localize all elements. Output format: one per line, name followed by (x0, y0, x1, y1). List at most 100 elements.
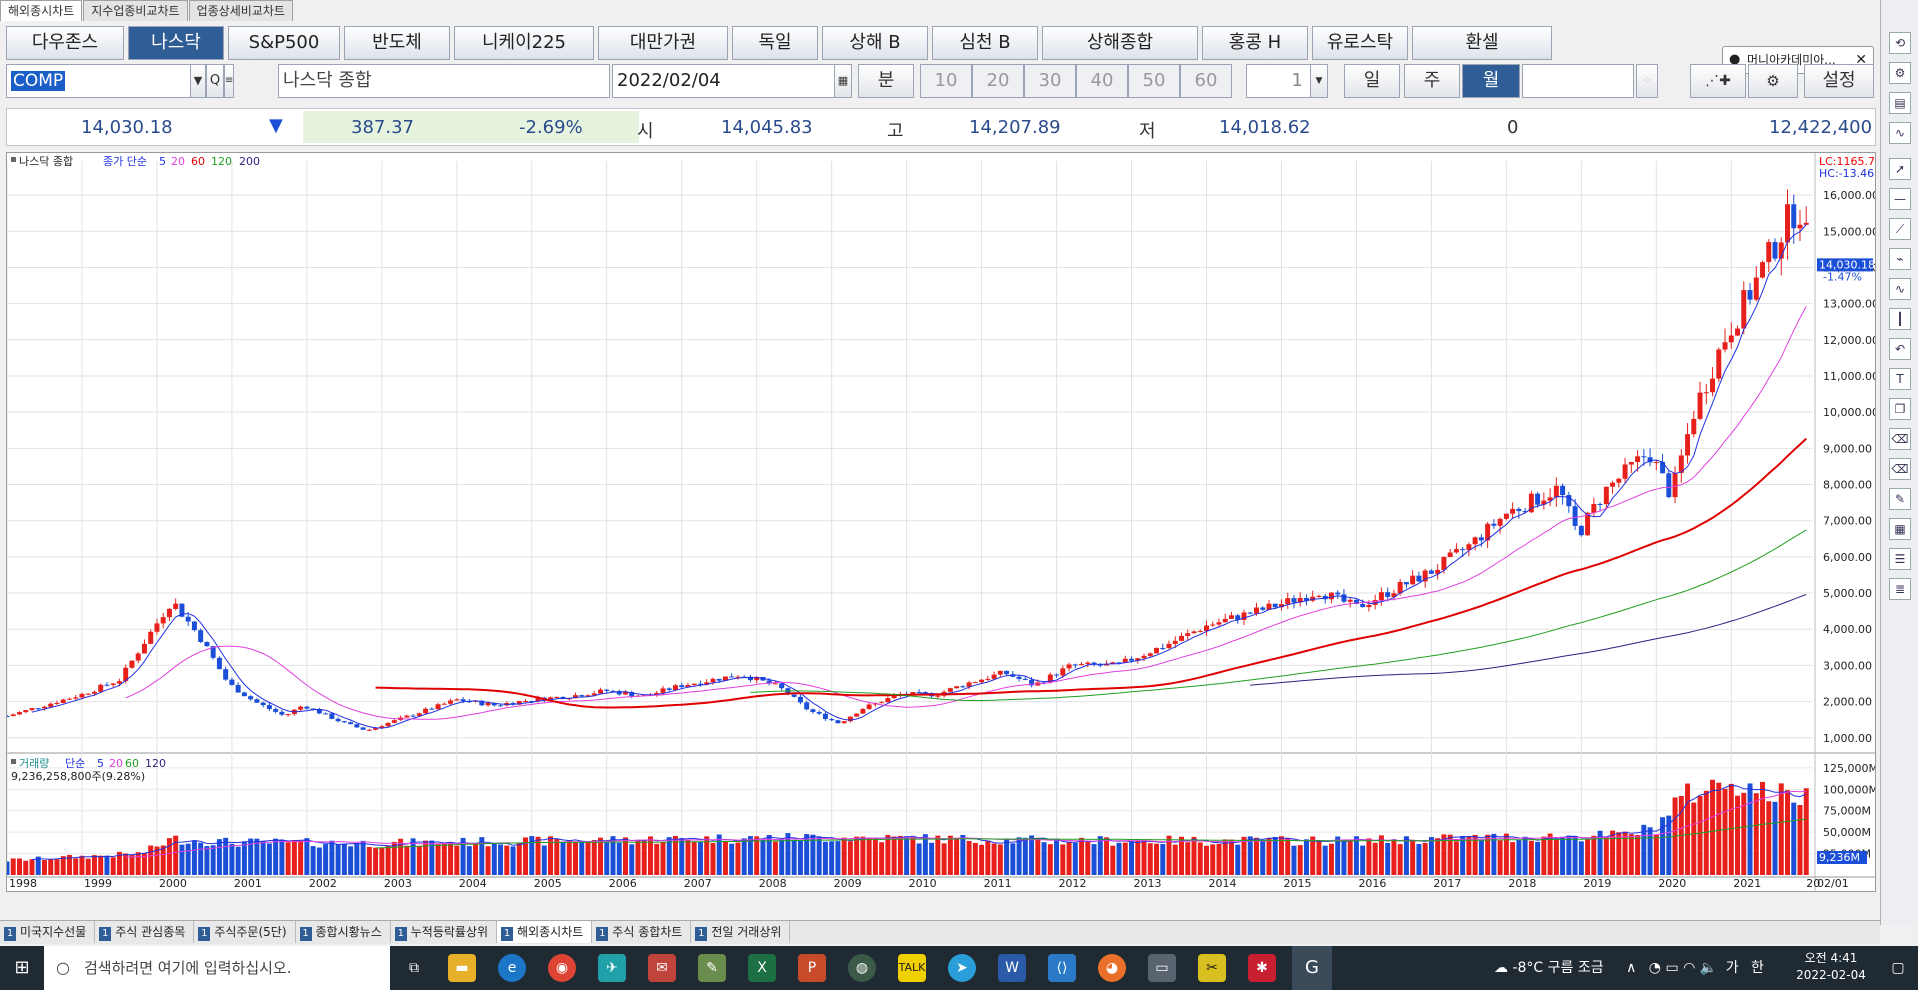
tool-menu-icon[interactable]: ≣ (1889, 578, 1911, 600)
chart-area[interactable]: 1998 1999 2000 2001 2002 2003 2004 2005 2006 2007… (6, 152, 1876, 892)
market-button-eurostoxx[interactable]: 유로스탁 (1312, 26, 1408, 60)
market-button-shanghai-composite[interactable]: 상해종합 (1042, 26, 1198, 60)
tool-copy-icon[interactable]: ❐ (1889, 398, 1911, 420)
app-folder-icon[interactable]: ▭ (1148, 954, 1176, 982)
interval-60[interactable]: 60 (1180, 64, 1232, 98)
tool-table-icon[interactable]: ▦ (1889, 518, 1911, 540)
kakaotalk-icon[interactable]: TALK (898, 954, 926, 982)
lock-icon[interactable]: ≡ (224, 64, 234, 98)
interval-30[interactable]: 30 (1024, 64, 1076, 98)
interval-50[interactable]: 50 (1128, 64, 1180, 98)
app-red-icon[interactable]: ✱ (1248, 954, 1276, 982)
app-globe-icon[interactable]: ◍ (848, 954, 876, 982)
display-icon[interactable]: ▭ (1665, 960, 1678, 976)
count-dropdown-icon[interactable]: ▼ (1310, 64, 1328, 98)
volume-icon[interactable]: 🔈 (1700, 960, 1717, 976)
app-mail-icon[interactable]: ✉ (648, 954, 676, 982)
volume-bar (1466, 836, 1472, 875)
network-icon[interactable]: ◔ (1649, 960, 1661, 976)
ime-mode[interactable]: 가 (1726, 960, 1739, 976)
tool-wave-icon[interactable]: ∿ (1889, 278, 1911, 300)
tab-sector-compare[interactable]: 업종상세비교차트 (188, 0, 293, 21)
period-week[interactable]: 주 (1404, 64, 1460, 98)
bottom-tab-futures[interactable]: 1 미국지수선물 (0, 921, 96, 943)
tab-overseas-chart[interactable]: 해외종시차트 (0, 0, 83, 21)
bottom-tab-stock-chart[interactable]: 1 주식 종합차트 (592, 921, 692, 943)
code-dropdown-icon[interactable]: ▼ (190, 64, 206, 98)
interval-10[interactable]: 10 (920, 64, 972, 98)
chrome-icon[interactable]: ◉ (548, 954, 576, 982)
settings-button[interactable]: 설정 (1804, 64, 1874, 98)
bottom-tab-watchlist[interactable]: 1 주식 관심종목 (95, 921, 195, 943)
powerpoint-icon[interactable]: P (798, 954, 826, 982)
app-bird-icon[interactable]: ✈ (598, 954, 626, 982)
tool-eraser-icon[interactable]: ⌫ (1889, 428, 1911, 450)
interval-20[interactable]: 20 (972, 64, 1024, 98)
market-button-exchange[interactable]: 환셀 (1412, 26, 1552, 60)
market-button-shenzhen-b[interactable]: 심천 B (932, 26, 1038, 60)
bottom-tab-volume-top[interactable]: 1 전일 거래상위 (691, 921, 791, 943)
vscode-icon[interactable]: ⟨⟩ (1048, 954, 1076, 982)
bottom-tab-ranking[interactable]: 1 누적등락률상위 (391, 921, 498, 943)
tab-index-compare[interactable]: 지수업종비교차트 (83, 0, 188, 21)
market-button-taiwan[interactable]: 대만가권 (598, 26, 728, 60)
period-month[interactable]: 월 (1462, 64, 1520, 98)
firefox-icon[interactable]: ◕ (1098, 954, 1126, 982)
ime-lang[interactable]: 한 (1751, 960, 1764, 976)
bottom-tab-order[interactable]: 1 주식주문(5단) (194, 921, 296, 943)
calendar-icon[interactable]: ▦ (834, 64, 852, 98)
interval-40[interactable]: 40 (1076, 64, 1128, 98)
minute-button[interactable]: 분 (858, 64, 914, 98)
tool-auto-icon[interactable]: ⌁ (1889, 248, 1911, 270)
taskbar-clock[interactable]: 오전 4:41 2022-02-04 (1786, 950, 1876, 984)
tool-refresh-icon[interactable]: ⟲ (1889, 32, 1911, 54)
app-tool-icon[interactable]: ✂ (1198, 954, 1226, 982)
tool-arrow-icon[interactable]: ↶ (1889, 338, 1911, 360)
extra-input[interactable] (1522, 64, 1634, 98)
tool-cursor-icon[interactable]: ➚ (1889, 158, 1911, 180)
market-button-dow[interactable]: 다우존스 (6, 26, 124, 60)
tool-gear-icon[interactable]: ⚙ (1889, 62, 1911, 84)
market-button-hongkong-h[interactable]: 홍콩 H (1202, 26, 1308, 60)
tool-candle-icon[interactable]: ┃ (1889, 308, 1911, 330)
edge-icon[interactable]: e (498, 954, 526, 982)
market-button-germany[interactable]: 독일 (732, 26, 818, 60)
code-input[interactable]: COMP (6, 64, 192, 98)
period-day[interactable]: 일 (1344, 64, 1400, 98)
explorer-icon[interactable]: ▬ (448, 954, 476, 982)
tool-line-icon[interactable]: — (1889, 188, 1911, 210)
tool-pen-icon[interactable]: ✎ (1889, 488, 1911, 510)
windows-start-icon[interactable]: ⊞ (8, 954, 36, 982)
market-button-sp500[interactable]: S&P500 (228, 26, 340, 60)
search-icon[interactable]: Q (206, 64, 224, 98)
grid-icon[interactable]: ⁘ (1636, 64, 1658, 98)
excel-icon[interactable]: X (748, 954, 776, 982)
wifi-icon[interactable]: ◠ (1683, 960, 1695, 976)
market-button-nikkei[interactable]: 니케이225 (454, 26, 594, 60)
add-indicator-icon[interactable]: ⋰✚ (1690, 64, 1746, 98)
bottom-tab-overseas-chart[interactable]: 1 해외종시차트 (497, 921, 593, 943)
app-paint-icon[interactable]: ✎ (698, 954, 726, 982)
app-g-icon[interactable]: G (1292, 946, 1332, 990)
telegram-icon[interactable]: ➤ (948, 954, 976, 982)
candle-body (1610, 482, 1616, 487)
market-button-semiconductor[interactable]: 반도체 (344, 26, 450, 60)
bottom-tab-news[interactable]: 1 종합시황뉴스 (296, 921, 391, 943)
chart-svg[interactable]: 1998 1999 2000 2001 2002 2003 2004 2005 2006 2007… (7, 153, 1875, 891)
tool-text-icon[interactable]: T (1889, 368, 1911, 390)
task-view-icon[interactable]: ⧉ (400, 954, 428, 982)
tool-list-icon[interactable]: ☰ (1889, 548, 1911, 570)
taskbar-search[interactable]: ○ 검색하려면 여기에 입력하십시오. (44, 946, 390, 990)
tray-chevron-icon[interactable]: ∧ (1626, 960, 1636, 976)
tool-trend-icon[interactable]: ⟋ (1889, 218, 1911, 240)
weather-icon[interactable]: ☁ (1494, 960, 1508, 976)
word-icon[interactable]: W (998, 954, 1026, 982)
market-button-nasdaq[interactable]: 나스닥 (128, 26, 224, 60)
market-button-shanghai-b[interactable]: 상해 B (822, 26, 928, 60)
tool-indicator-icon[interactable]: ∿ (1889, 122, 1911, 144)
gear-icon[interactable]: ⚙ (1748, 64, 1798, 98)
tool-chart-icon[interactable]: ▤ (1889, 92, 1911, 114)
date-input[interactable]: 2022/02/04 (612, 64, 852, 98)
notification-icon[interactable]: ▢ (1884, 954, 1912, 982)
tool-eraser-all-icon[interactable]: ⌫ (1889, 458, 1911, 480)
